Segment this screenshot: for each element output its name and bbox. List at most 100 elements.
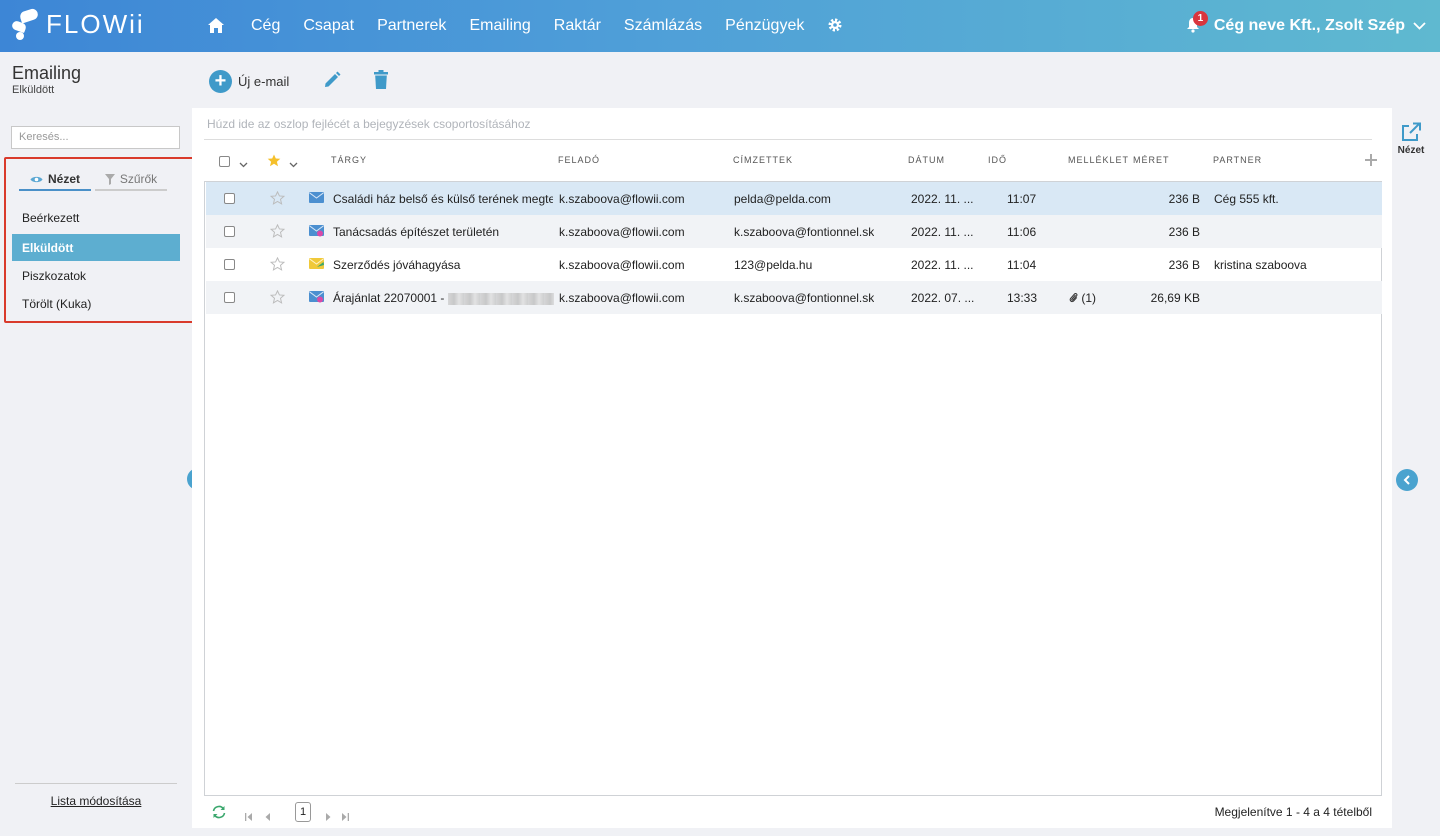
notification-badge: 1 — [1192, 11, 1208, 26]
row-recipients: 123@pelda.hu — [734, 258, 813, 272]
row-subject-text: Árajánlat 22070001 - — [333, 291, 445, 305]
search-input[interactable]: Keresés... — [11, 126, 180, 149]
row-date: 2022. 11. ... — [911, 258, 974, 272]
chevron-down-icon[interactable] — [1413, 17, 1426, 35]
nav-item-ceg[interactable]: Cég — [251, 17, 280, 35]
refresh-icon[interactable] — [211, 805, 227, 822]
row-sender: k.szaboova@flowii.com — [559, 225, 685, 239]
row-partner: Cég 555 kft. — [1214, 192, 1279, 206]
col-header-time[interactable]: Idő — [988, 155, 1007, 165]
row-date: 2022. 11. ... — [911, 192, 974, 206]
user-company-label[interactable]: Cég neve Kft., Zsolt Szép — [1214, 17, 1405, 35]
pager-info: Megjelenítve 1 - 4 a 4 tételből — [1214, 805, 1372, 819]
settings-gear-icon[interactable] — [827, 17, 843, 36]
add-column-plus-icon[interactable] — [1365, 154, 1377, 169]
col-header-attachment[interactable]: Melléklet — [1068, 155, 1129, 165]
plus-circle-icon: + — [209, 69, 232, 93]
nav-item-csapat[interactable]: Csapat — [303, 17, 354, 35]
chevron-left-icon — [1403, 475, 1410, 485]
expand-right-panel-button[interactable] — [1396, 469, 1418, 491]
row-time: 11:06 — [1007, 225, 1037, 239]
row-attachment-count: (1) — [1081, 291, 1097, 305]
pager: 1 Megjelenítve 1 - 4 a 4 tételből — [204, 801, 1384, 825]
row-attachment[interactable]: (1) — [1069, 291, 1096, 305]
col-header-subject[interactable]: Tárgy — [331, 155, 367, 165]
table-row[interactable]: Szerződés jóváhagyása k.szaboova@flowii.… — [206, 248, 1382, 281]
main-nav: Cég Csapat Partnerek Emailing Raktár Szá… — [207, 0, 843, 52]
folder-torolt[interactable]: Törölt (Kuka) — [12, 290, 180, 317]
star-outline-icon[interactable] — [269, 190, 286, 208]
page-subtitle: Elküldött — [12, 84, 55, 96]
col-header-partner[interactable]: Partner — [1213, 155, 1262, 165]
envelope-forwarded-icon — [309, 225, 324, 240]
filter-icon — [104, 173, 115, 185]
nav-item-szamlazas[interactable]: Számlázás — [624, 17, 702, 35]
row-subject: Árajánlat 22070001 - — [333, 291, 555, 305]
tab-szurok-label: Szűrők — [119, 172, 158, 186]
nav-item-emailing[interactable]: Emailing — [469, 17, 530, 35]
row-size: 236 B — [1168, 225, 1200, 239]
row-date: 2022. 07. ... — [911, 291, 975, 305]
tab-nezet-label: Nézet — [47, 172, 80, 186]
nav-item-raktar[interactable]: Raktár — [554, 17, 601, 35]
star-filled-icon[interactable] — [267, 154, 281, 170]
flowii-logo[interactable]: FLOWii — [10, 6, 145, 40]
col-header-date[interactable]: Dátum — [908, 155, 945, 165]
home-icon[interactable] — [207, 17, 225, 35]
row-time: 13:33 — [1007, 291, 1038, 305]
first-page-icon[interactable] — [245, 809, 253, 824]
col-header-sender[interactable]: Feladó — [558, 155, 600, 165]
table-row[interactable]: Árajánlat 22070001 - k.szaboova@flowii.c… — [206, 281, 1382, 314]
star-outline-icon[interactable] — [269, 256, 286, 274]
table-row[interactable]: Tanácsadás építészet területén k.szaboov… — [206, 215, 1382, 248]
folder-beerkezett[interactable]: Beérkezett — [12, 204, 180, 231]
paperclip-icon — [1069, 292, 1078, 303]
view-panel-label: Nézet — [1397, 145, 1425, 156]
star-outline-icon[interactable] — [269, 223, 286, 241]
row-checkbox[interactable] — [224, 292, 235, 303]
sidebar: Keresés... Nézet Szűrők Beérkezett Elkül… — [0, 108, 198, 836]
select-chevron-down-icon[interactable] — [239, 156, 248, 171]
top-bar: FLOWii Cég Csapat Partnerek Emailing Rak… — [0, 0, 1440, 52]
envelope-forwarded-icon — [309, 291, 324, 306]
delete-trash-icon[interactable] — [373, 69, 389, 93]
current-page[interactable]: 1 — [295, 802, 311, 822]
row-checkbox[interactable] — [224, 259, 235, 270]
nav-item-penzugyek[interactable]: Pénzügyek — [725, 17, 804, 35]
row-time: 11:04 — [1007, 258, 1037, 272]
table-row[interactable]: Családi ház belső és külső terének megte… — [206, 182, 1382, 215]
last-page-icon[interactable] — [341, 809, 349, 824]
logo-mark-icon — [10, 6, 40, 40]
select-all-checkbox[interactable] — [219, 156, 230, 167]
main-panel: Húzd ide az oszlop fejlécét a bejegyzése… — [192, 108, 1392, 828]
row-checkbox[interactable] — [224, 193, 235, 204]
row-recipients: pelda@pelda.com — [734, 192, 831, 206]
row-checkbox[interactable] — [224, 226, 235, 237]
new-email-button[interactable]: + Új e-mail — [209, 69, 289, 93]
user-menu[interactable]: 1 Cég neve Kft., Zsolt Szép — [1186, 0, 1426, 52]
row-recipients: k.szaboova@fontionnel.sk — [734, 225, 875, 239]
page-title: Emailing — [12, 63, 82, 83]
row-date: 2022. 11. ... — [911, 225, 974, 239]
folder-elkuldott[interactable]: Elküldött — [12, 234, 180, 261]
prev-page-icon[interactable] — [265, 809, 271, 824]
row-recipients: k.szaboova@fontionnel.sk — [734, 291, 875, 305]
folder-piszkozatok[interactable]: Piszkozatok — [12, 262, 180, 289]
col-header-recipients[interactable]: Címzettek — [733, 155, 793, 165]
list-edit-link[interactable]: Lista módosítása — [0, 794, 192, 808]
row-subject: Családi ház belső és külső terének megte — [333, 192, 553, 206]
tab-szurok[interactable]: Szűrők — [95, 169, 167, 191]
col-header-size[interactable]: Méret — [1133, 155, 1170, 165]
email-grid: Családi ház belső és külső terének megte… — [204, 181, 1382, 796]
group-by-hint[interactable]: Húzd ide az oszlop fejlécét a bejegyzése… — [207, 117, 531, 131]
star-chevron-down-icon[interactable] — [289, 156, 298, 171]
row-size: 236 B — [1168, 258, 1200, 272]
next-page-icon[interactable] — [325, 809, 331, 824]
nav-item-partnerek[interactable]: Partnerek — [377, 17, 446, 35]
edit-pencil-icon[interactable] — [322, 70, 342, 93]
tab-nezet[interactable]: Nézet — [19, 169, 91, 191]
sidebar-tabs: Nézet Szűrők — [19, 169, 167, 191]
view-panel-button[interactable]: Nézet — [1396, 122, 1426, 156]
notification-bell-icon[interactable]: 1 — [1186, 11, 1208, 35]
star-outline-icon[interactable] — [269, 289, 286, 307]
